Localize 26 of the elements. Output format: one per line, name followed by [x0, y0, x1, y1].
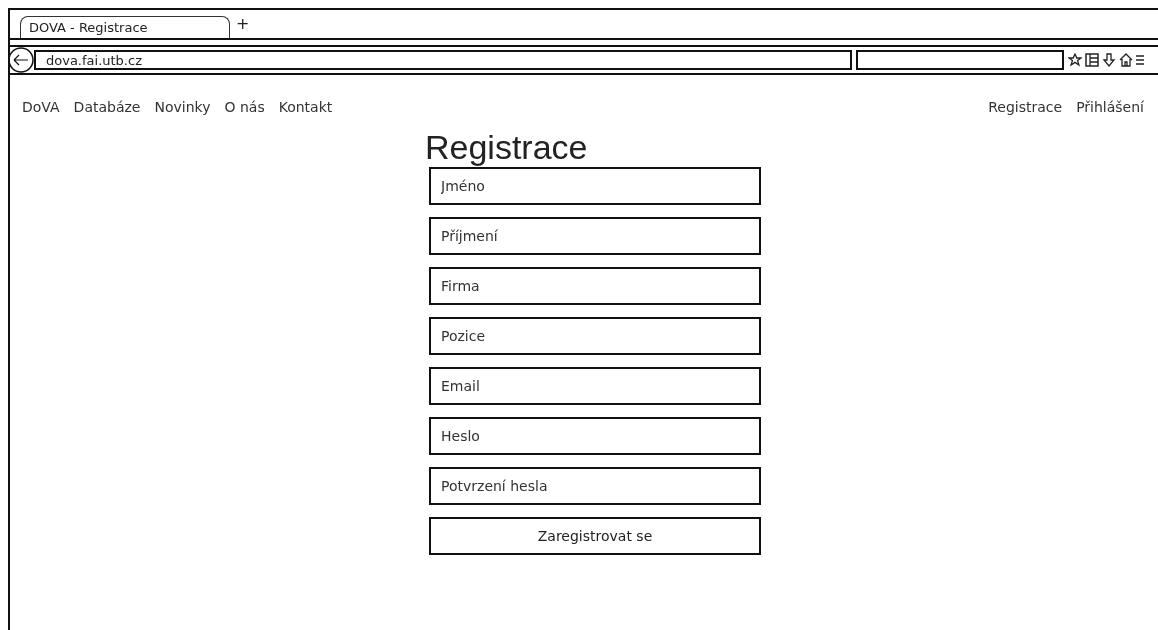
back-icon[interactable] [10, 47, 34, 73]
star-icon[interactable] [1068, 53, 1082, 67]
download-icon[interactable] [1102, 53, 1116, 67]
nav-link[interactable]: DoVA [22, 99, 60, 115]
url-field[interactable]: dova.fai.utb.cz [34, 50, 852, 70]
browser-tab[interactable]: DOVA - Registrace [20, 16, 230, 38]
input-field[interactable]: Email [429, 367, 761, 405]
input-field[interactable]: Firma [429, 267, 761, 305]
input-field[interactable]: Potvrzení hesla [429, 467, 761, 505]
form-title: Registrace [425, 127, 589, 167]
bookmarks-icon[interactable] [1085, 53, 1099, 67]
new-tab-button[interactable]: + [236, 14, 250, 33]
input-field[interactable]: Příjmení [429, 217, 761, 255]
menu-icon[interactable] [1136, 53, 1144, 67]
search-field[interactable] [856, 50, 1064, 70]
home-icon[interactable] [1119, 53, 1133, 67]
nav-link[interactable]: Přihlášení [1076, 99, 1144, 115]
nav-link[interactable]: Databáze [73, 99, 141, 115]
input-field[interactable]: Pozice [429, 317, 761, 355]
nav-link[interactable]: Novinky [154, 99, 211, 115]
input-field[interactable]: Heslo [429, 417, 761, 455]
input-field[interactable]: Jméno [429, 167, 761, 205]
nav-link[interactable]: O nás [224, 99, 265, 115]
nav-link[interactable]: Registrace [988, 99, 1063, 115]
nav-link[interactable]: Kontakt [278, 99, 333, 115]
register-button[interactable]: Zaregistrovat se [429, 517, 761, 555]
